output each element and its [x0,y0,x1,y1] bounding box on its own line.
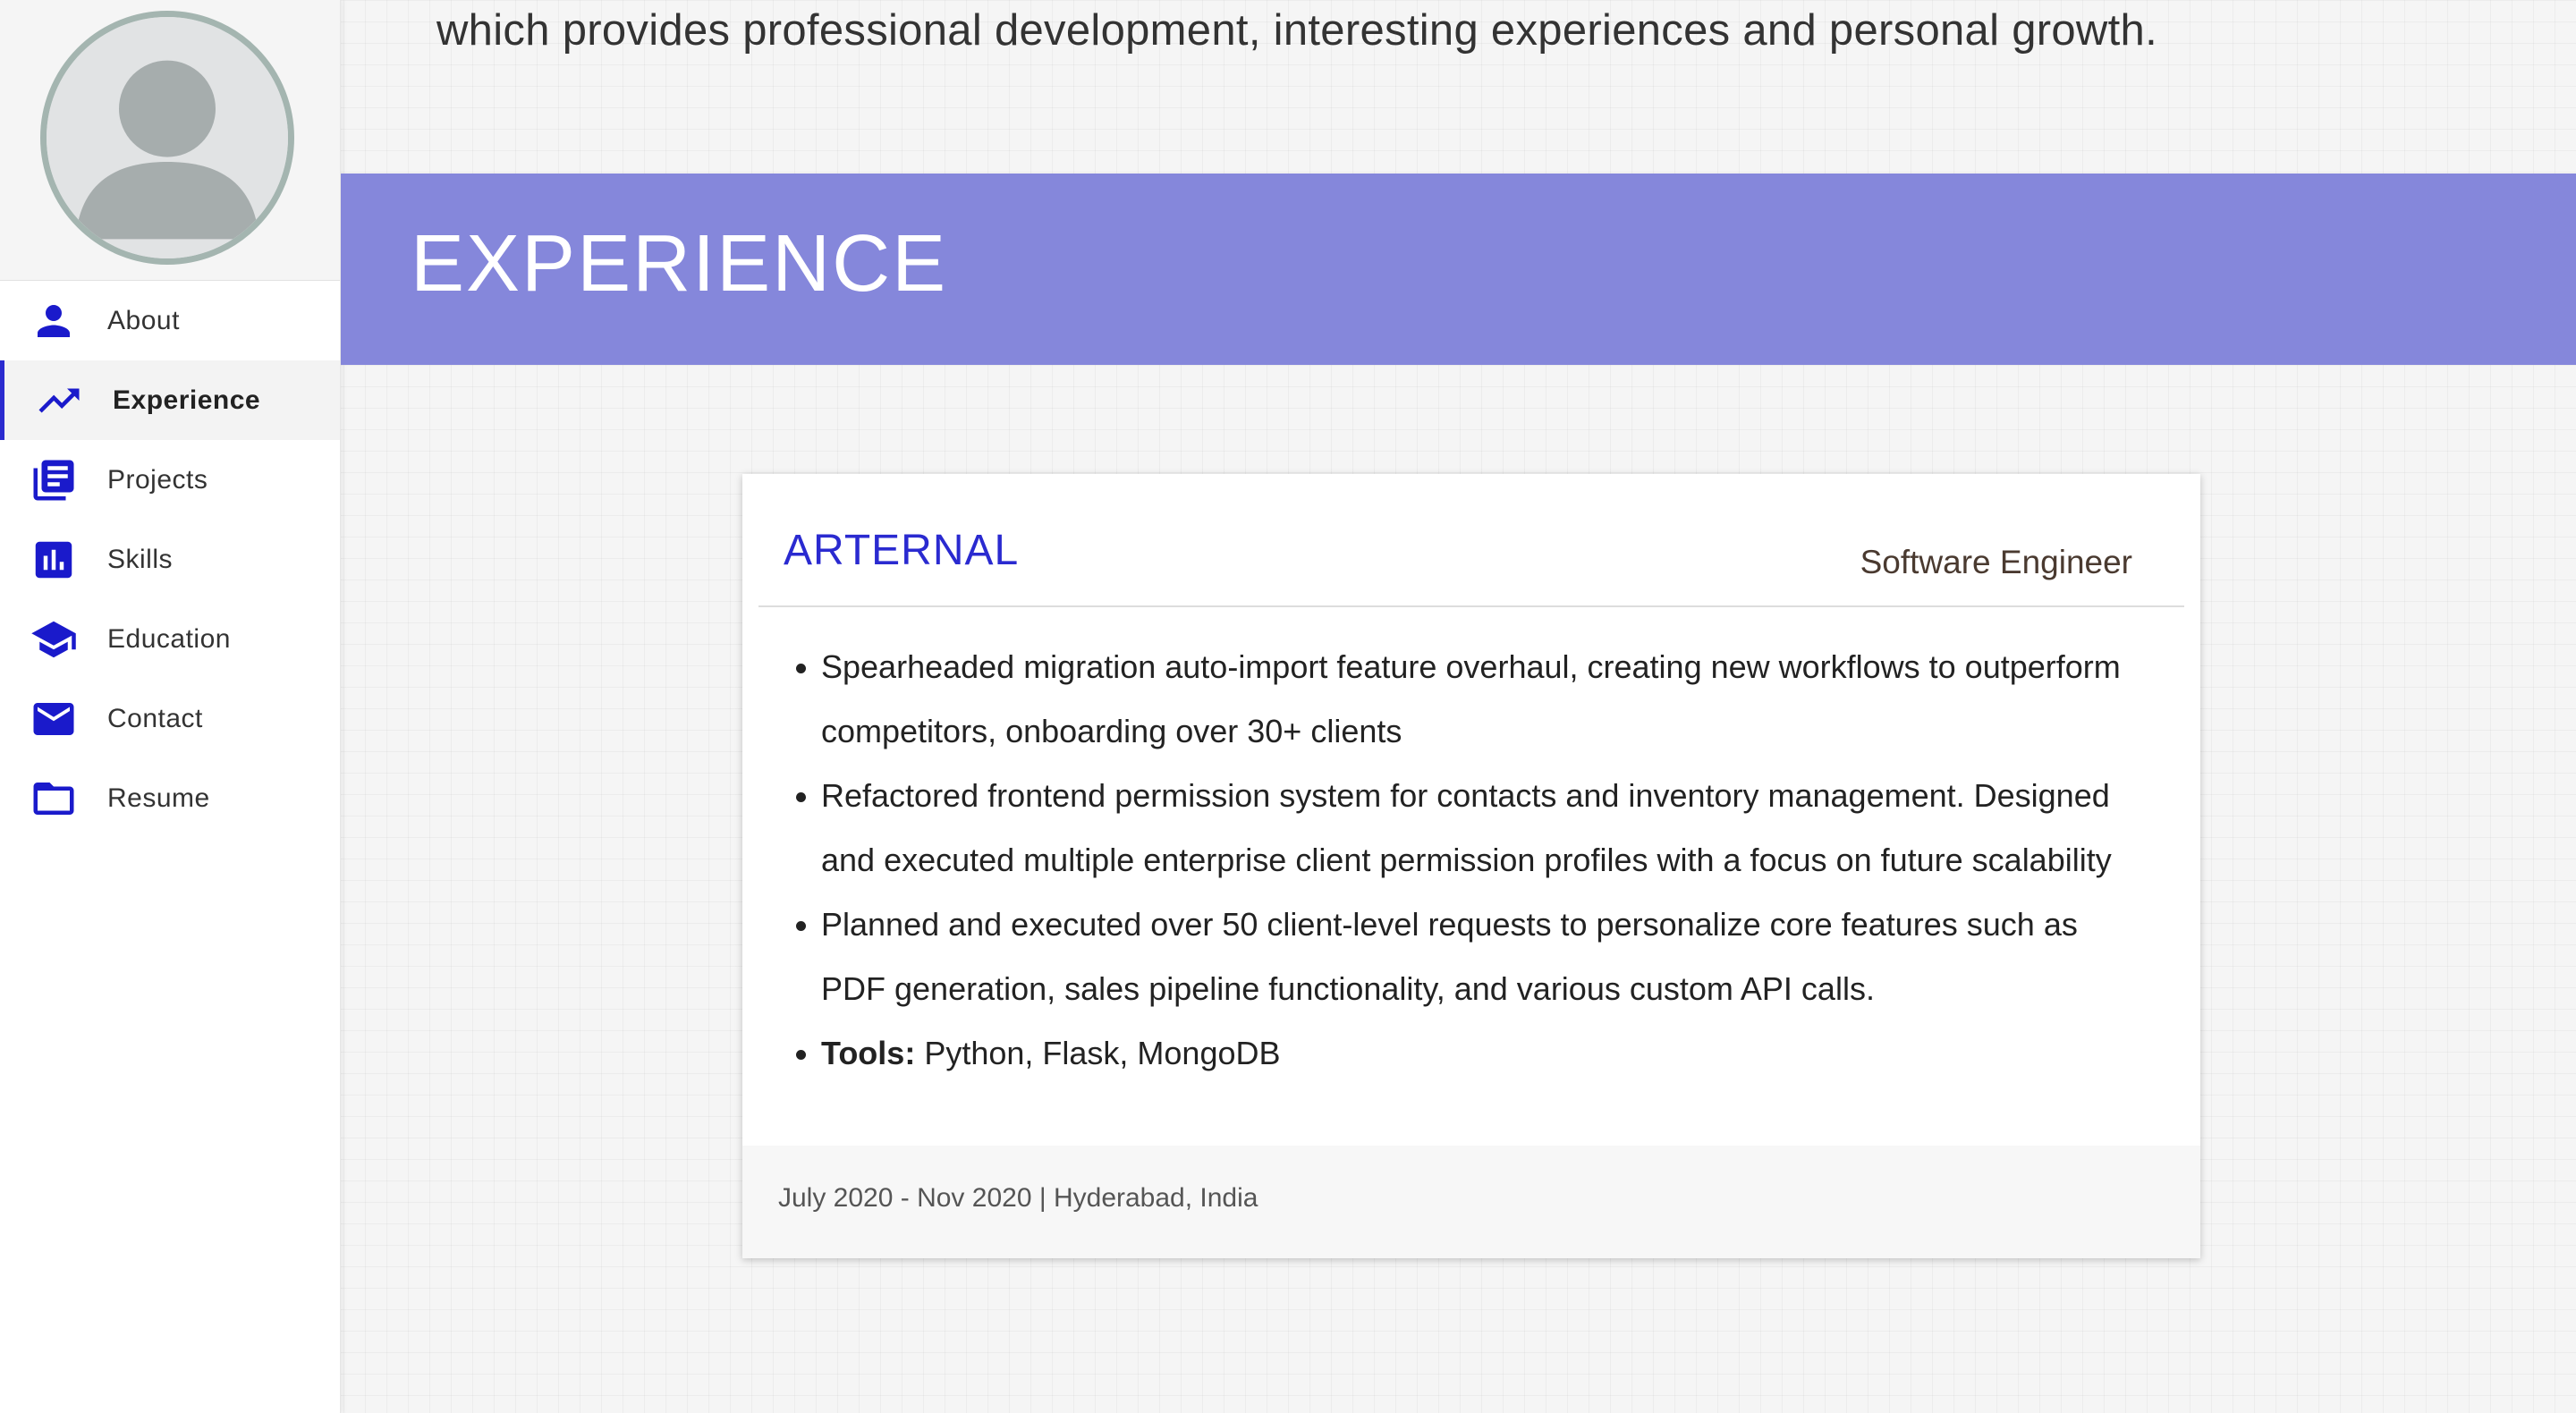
mail-icon [29,694,79,744]
sidebar-item-skills[interactable]: Skills [0,520,340,599]
avatar-area [0,0,340,281]
section-banner: EXPERIENCE [341,173,2576,365]
sidebar-item-about[interactable]: About [0,281,340,360]
school-icon [29,614,79,664]
responsibility-list: Spearheaded migration auto-import featur… [796,635,2148,1086]
card-header: ARTERNAL Software Engineer [758,474,2184,607]
sidebar-item-label: Education [107,623,231,654]
sidebar-item-label: Contact [107,703,203,733]
trending-up-icon [34,376,84,426]
experience-card: ARTERNAL Software Engineer Spearheaded m… [742,474,2200,1258]
sidebar: About Experience Projects Skills Educati… [0,0,341,1413]
sidebar-item-education[interactable]: Education [0,599,340,679]
avatar [40,11,294,265]
bar-chart-icon [29,535,79,585]
list-item: Planned and executed over 50 client-leve… [796,893,2148,1021]
sidebar-item-label: Projects [107,464,208,495]
sidebar-item-label: About [107,305,180,335]
sidebar-item-experience[interactable]: Experience [0,360,340,440]
sidebar-nav: About Experience Projects Skills Educati… [0,281,340,838]
sidebar-item-label: Skills [107,544,174,574]
sidebar-item-resume[interactable]: Resume [0,758,340,838]
date-location: July 2020 - Nov 2020 | Hyderabad, India [778,1183,1258,1213]
sidebar-item-label: Resume [107,783,210,813]
intro-text: which provides professional development,… [436,6,2157,55]
job-role: Software Engineer [1860,544,2132,580]
person-placeholder-icon [47,17,288,258]
sidebar-item-projects[interactable]: Projects [0,440,340,520]
library-books-icon [29,455,79,505]
list-item: Refactored frontend permission system fo… [796,764,2148,893]
sidebar-item-label: Experience [113,385,261,415]
folder-icon [29,774,79,824]
person-icon [29,296,79,346]
section-title: EXPERIENCE [411,219,948,309]
tools-label: Tools: [821,1035,916,1071]
sidebar-item-contact[interactable]: Contact [0,679,340,758]
company-name: ARTERNAL [784,527,1020,574]
card-footer: July 2020 - Nov 2020 | Hyderabad, India [742,1146,2200,1258]
tools-item: Tools: Python, Flask, MongoDB [796,1021,2148,1086]
tools-value: Python, Flask, MongoDB [924,1035,1281,1071]
list-item: Spearheaded migration auto-import featur… [796,635,2148,764]
